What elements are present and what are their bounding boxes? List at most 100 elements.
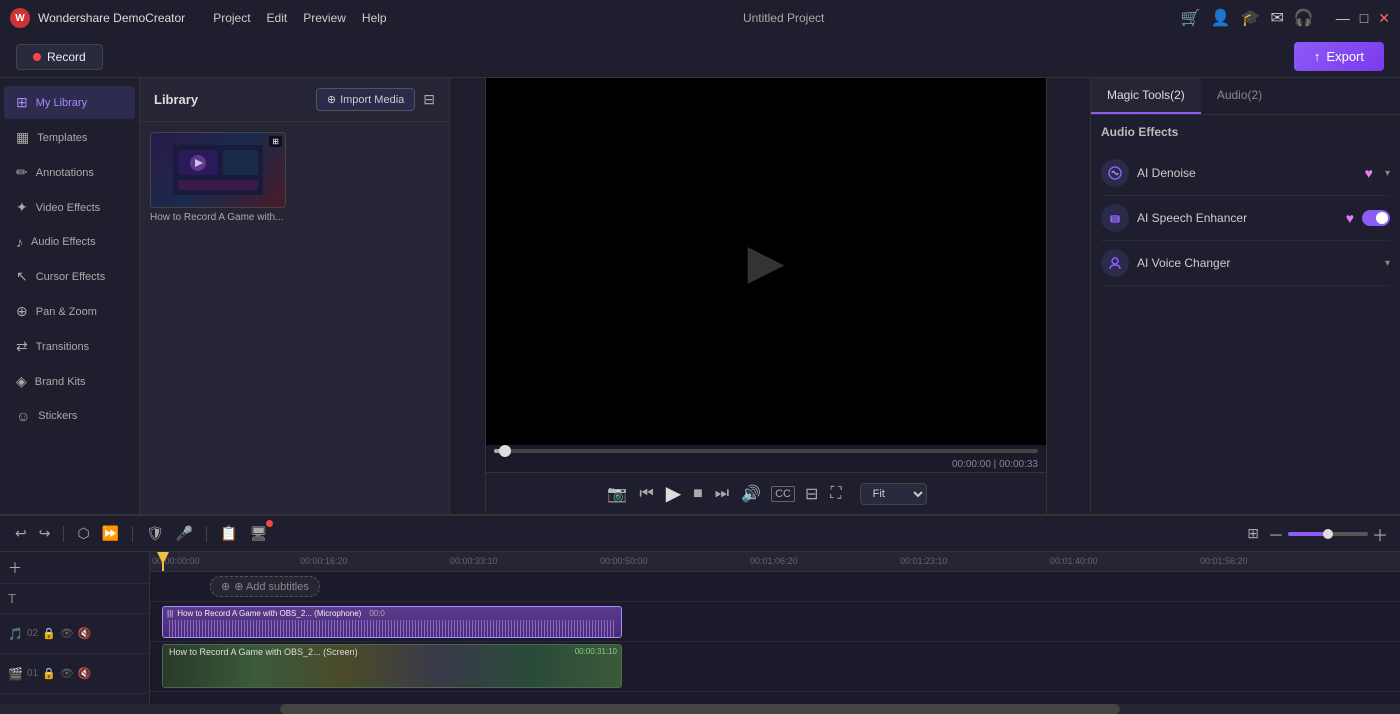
app-name: Wondershare DemoCreator (38, 11, 185, 25)
clipboard-button[interactable]: 📋 (217, 522, 240, 545)
captions-button[interactable]: CC (771, 486, 795, 502)
video-clip[interactable]: How to Record A Game with OBS_2... (Scre… (162, 644, 622, 688)
sidebar-item-brand-kits[interactable]: ◈ Brand Kits (4, 365, 135, 398)
total-time: 00:00:33 (999, 459, 1038, 470)
audio-track-icon: 🎵 (8, 627, 23, 641)
shield-button[interactable]: 🛡 (143, 522, 167, 545)
timeline-scrollbar[interactable] (0, 704, 1400, 714)
screenshot-button[interactable]: 📷 (605, 482, 629, 506)
sidebar-item-stickers[interactable]: ☺ Stickers (4, 400, 135, 432)
play-button[interactable]: ▶ (664, 479, 683, 508)
fit-select[interactable]: Fit 25% 50% 100% (860, 483, 927, 505)
speed-button[interactable]: ⏩ (99, 522, 122, 545)
ai-speech-toggle[interactable] (1362, 210, 1390, 226)
icon-user[interactable]: 👤 (1211, 8, 1231, 28)
sidebar: ⊞ My Library ▦ Templates ✏ Annotations ✦… (0, 78, 140, 514)
zoom-minus-button[interactable]: － (1268, 522, 1284, 546)
import-media-button[interactable]: ⊕ Import Media (316, 88, 415, 111)
playhead[interactable] (162, 552, 164, 571)
tab-audio[interactable]: Audio(2) (1201, 78, 1278, 114)
audio-effects-icon: ♪ (16, 234, 23, 250)
section-title-audio-effects: Audio Effects (1101, 125, 1390, 139)
menu-preview[interactable]: Preview (303, 11, 346, 25)
add-track-button[interactable]: ＋ (8, 558, 22, 578)
list-item[interactable]: ⊞ How to Record A Game with... (150, 132, 290, 223)
progress-track[interactable] (494, 449, 1038, 453)
ai-denoise-arrow-icon[interactable]: ▾ (1385, 168, 1390, 179)
preview-panel: ▶ 00:00:00 | 00:00:33 📷 ⏮ ▶ (450, 78, 1090, 514)
volume-button[interactable]: 🔊 (739, 482, 763, 506)
icon-headset[interactable]: 🎧 (1294, 8, 1314, 28)
mute-button[interactable]: 🔇 (78, 667, 92, 680)
menu-project[interactable]: Project (213, 11, 250, 25)
tab-magic-tools[interactable]: Magic Tools(2) (1091, 78, 1201, 114)
add-subtitles-button[interactable]: ⊕ ⊕ Add subtitles (210, 576, 320, 597)
record-button[interactable]: Record (16, 44, 103, 70)
export-arrow-icon: ↑ (1314, 49, 1321, 64)
sidebar-item-label: Video Effects (36, 202, 100, 214)
titlebar-right: 🛒 👤 🎓 ✉ 🎧 — □ ✕ (1181, 8, 1390, 28)
trim-button[interactable]: ⬡ (74, 522, 92, 545)
sidebar-item-templates[interactable]: ▦ Templates (4, 121, 135, 154)
sidebar-item-pan-zoom[interactable]: ⊕ Pan & Zoom (4, 295, 135, 328)
icon-learn[interactable]: 🎓 (1241, 8, 1261, 28)
app-logo: W (10, 8, 30, 28)
screen-button[interactable]: 🖥 (247, 522, 271, 545)
redo-button[interactable]: ↪ (36, 522, 54, 545)
fullscreen-button[interactable]: ⛶ (828, 483, 843, 505)
eye-button[interactable]: 👁 (60, 667, 74, 680)
audio-clip[interactable]: ||| How to Record A Game with OBS_2... (… (162, 606, 622, 638)
wave-visual (169, 620, 615, 638)
menu-edit[interactable]: Edit (267, 11, 288, 25)
sidebar-item-annotations[interactable]: ✏ Annotations (4, 156, 135, 189)
sidebar-item-video-effects[interactable]: ✦ Video Effects (4, 191, 135, 224)
sidebar-item-transitions[interactable]: ⇄ Transitions (4, 330, 135, 363)
zoom-thumb[interactable] (1323, 529, 1333, 539)
zoom-fill (1288, 532, 1328, 536)
filter-icon[interactable]: ⊟ (423, 91, 435, 108)
progress-bar-wrap[interactable] (486, 445, 1046, 457)
sidebar-item-label: Templates (37, 132, 87, 144)
menu-bar: Project Edit Preview Help (213, 11, 386, 25)
progress-thumb[interactable] (499, 445, 511, 457)
video-clip-duration: 00:00:31:10 (575, 647, 617, 656)
zoom-slider[interactable] (1288, 532, 1368, 536)
crop-button[interactable]: ⊟ (803, 482, 820, 506)
sidebar-item-label: Stickers (38, 410, 77, 422)
mic-button[interactable]: 🎤 (173, 522, 196, 545)
lock-button[interactable]: 🔒 (42, 667, 56, 680)
timeline-body: ＋ T 🎵 02 🔒 👁 🔇 🎬 01 🔒 👁 🔇 (0, 552, 1400, 704)
mute-button[interactable]: 🔇 (78, 627, 92, 640)
sidebar-item-cursor-effects[interactable]: ↖ Cursor Effects (4, 260, 135, 293)
skip-forward-button[interactable]: ⏭ (713, 483, 731, 505)
right-panel-content: Audio Effects AI Denoise ♥ ▾ (1091, 115, 1400, 514)
subtitle-track-content: ⊕ ⊕ Add subtitles (150, 572, 1400, 602)
menu-help[interactable]: Help (362, 11, 387, 25)
icon-shop[interactable]: 🛒 (1181, 8, 1201, 28)
eye-button[interactable]: 👁 (60, 627, 74, 640)
scrollbar-thumb[interactable] (280, 704, 1120, 714)
ai-voice-icon (1101, 249, 1129, 277)
main-area: ⊞ My Library ▦ Templates ✏ Annotations ✦… (0, 78, 1400, 514)
maximize-button[interactable]: □ (1360, 10, 1368, 26)
close-button[interactable]: ✕ (1378, 10, 1390, 27)
sidebar-item-my-library[interactable]: ⊞ My Library (4, 86, 135, 119)
export-button[interactable]: ↑ Export (1294, 42, 1384, 71)
brand-kits-icon: ◈ (16, 373, 27, 390)
skip-back-button[interactable]: ⏮ (637, 483, 655, 505)
grid-icon[interactable]: ⊞ (1244, 522, 1262, 545)
add-subtitle-icon: ⊕ (221, 580, 230, 593)
minimize-button[interactable]: — (1336, 10, 1350, 26)
lock-button[interactable]: 🔒 (42, 627, 56, 640)
zoom-plus-button[interactable]: ＋ (1372, 522, 1388, 546)
icon-mail[interactable]: ✉ (1270, 8, 1283, 28)
sidebar-item-label: Annotations (36, 167, 94, 179)
track-label-video: 🎬 01 🔒 👁 🔇 (0, 654, 149, 694)
stop-button[interactable]: ■ (691, 483, 705, 505)
import-icon: ⊕ (327, 93, 336, 106)
sidebar-item-audio-effects[interactable]: ♪ Audio Effects (4, 226, 135, 258)
ai-speech-badge: ♥ (1346, 210, 1354, 226)
undo-button[interactable]: ↩ (12, 522, 30, 545)
expand-icon: ⊞ (269, 136, 282, 147)
ai-voice-arrow-icon[interactable]: ▾ (1385, 258, 1390, 269)
